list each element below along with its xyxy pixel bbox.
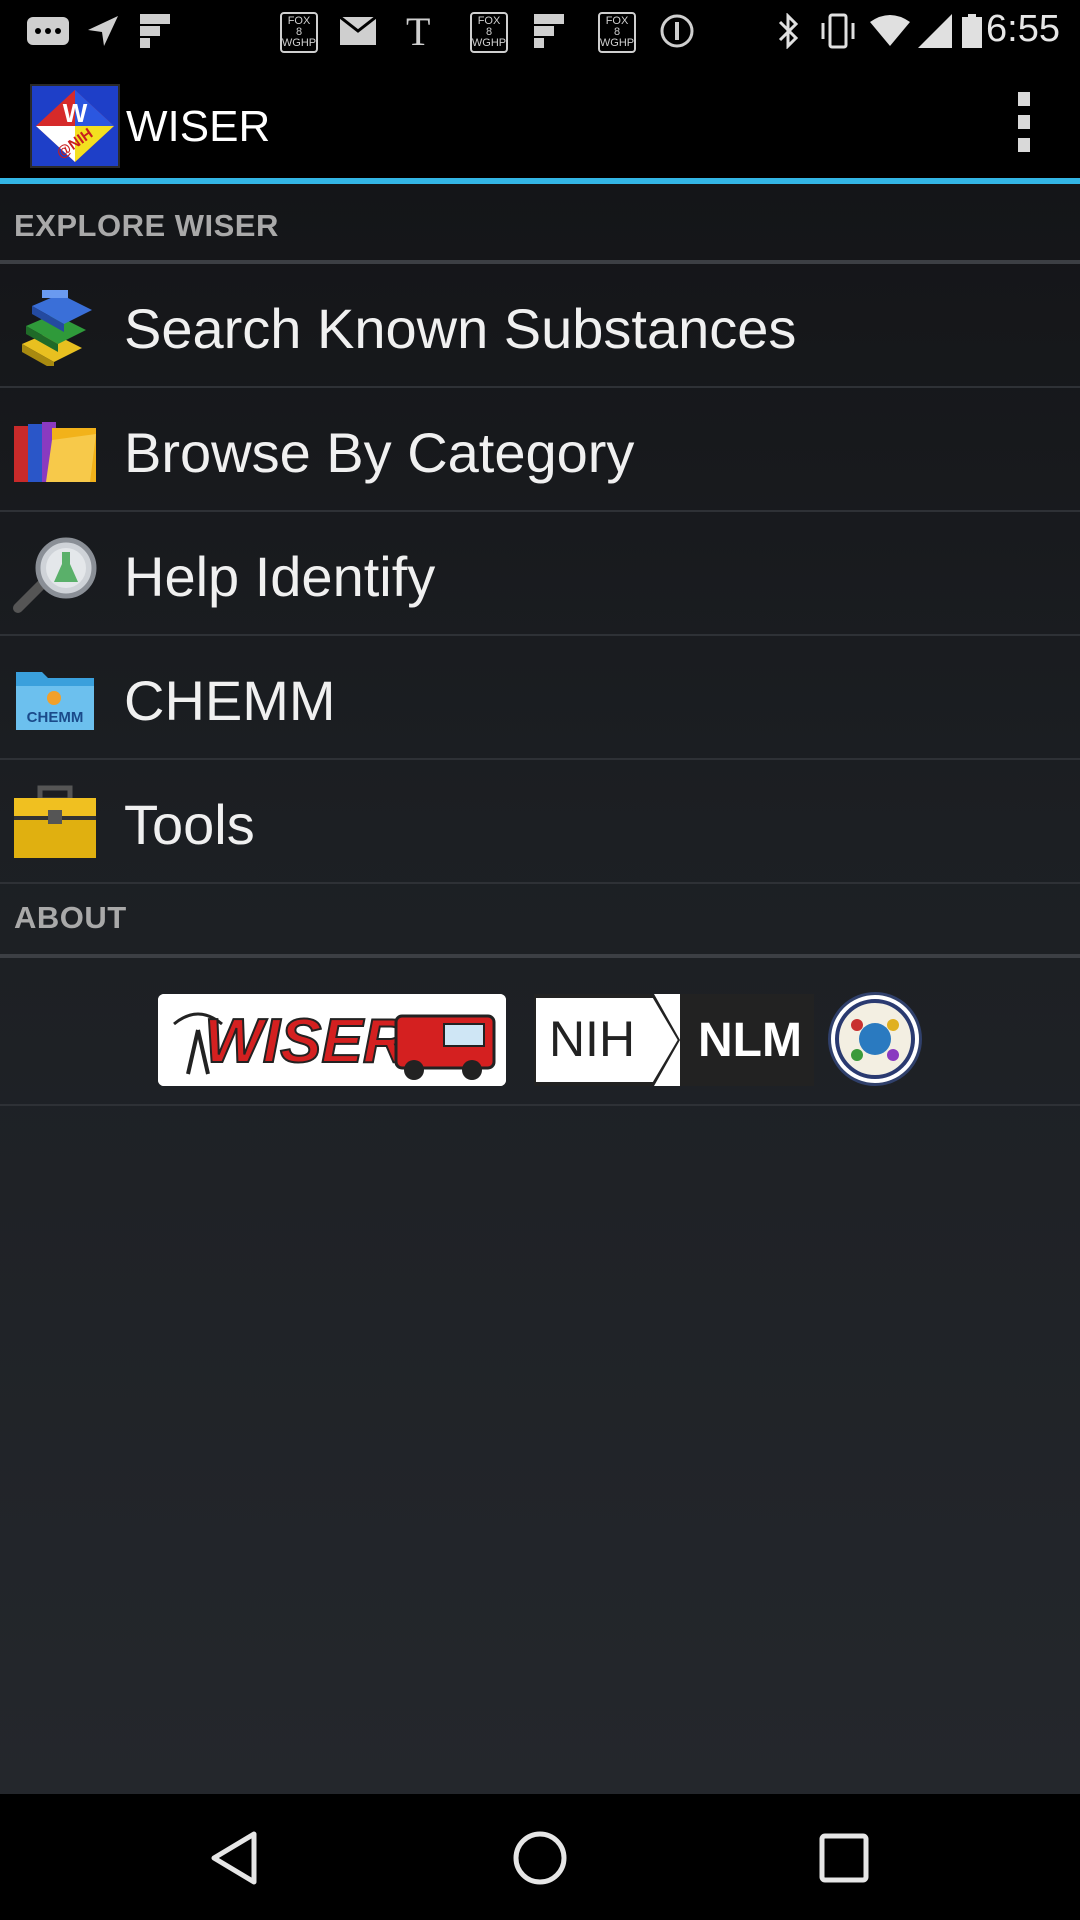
overflow-menu-icon[interactable]	[1012, 92, 1036, 152]
section-title: ABOUT	[14, 900, 127, 935]
menu-item-search-known-substances[interactable]: Search Known Substances	[0, 264, 1080, 388]
menu-item-label: Help Identify	[124, 545, 436, 608]
app-title: WISER	[126, 102, 271, 151]
fox8-icon: FOX 8 WGHP	[598, 12, 636, 53]
action-bar: W @NIH WISER	[0, 62, 1080, 184]
menu-item-label: Browse By Category	[124, 421, 635, 484]
section-header-about: ABOUT	[0, 884, 1080, 964]
wiser-app-logo[interactable]: W @NIH	[30, 84, 120, 168]
recents-icon[interactable]	[804, 1818, 884, 1898]
nih-nlm-logo[interactable]: NIH NLM	[532, 994, 814, 1086]
signal-icon	[918, 14, 952, 48]
flipboard-icon	[534, 14, 564, 48]
fox8-icon: FOX 8 WGHP	[280, 12, 318, 53]
section-divider	[0, 954, 1080, 958]
toolbox-icon	[12, 782, 98, 862]
hhs-seal-icon[interactable]	[828, 992, 922, 1086]
messages-icon	[26, 14, 70, 48]
menu-item-label: Tools	[124, 793, 255, 856]
books-icon	[12, 286, 98, 370]
svg-text:WISER: WISER	[204, 1007, 407, 1076]
svg-text:W: W	[63, 98, 88, 128]
magnifier-icon	[12, 534, 98, 614]
svg-text:NIH: NIH	[549, 1011, 635, 1067]
status-time: 6:55	[986, 8, 1060, 50]
wiser-banner-logo[interactable]: WISER	[158, 994, 506, 1086]
folders-icon	[12, 410, 98, 490]
main-content: EXPLORE WISER Search Known Substances Br…	[0, 184, 1080, 1794]
bluetooth-icon	[776, 13, 800, 49]
vibrate-icon	[818, 13, 858, 49]
system-nav-bar	[0, 1794, 1080, 1920]
battery-icon	[962, 14, 982, 48]
back-icon[interactable]	[196, 1818, 276, 1898]
status-bar: FOX 8 WGHP T FOX 8 WGHP FOX 8 WGHP 6:55	[0, 0, 1080, 62]
wifi-icon	[870, 14, 910, 48]
nyt-icon: T	[406, 8, 431, 54]
menu-item-chemm[interactable]: CHEMM CHEMM	[0, 636, 1080, 760]
home-icon[interactable]	[500, 1818, 580, 1898]
chemm-folder-icon: CHEMM	[12, 658, 98, 738]
menu-item-tools[interactable]: Tools	[0, 760, 1080, 884]
menu-item-label: Search Known Substances	[124, 297, 797, 360]
section-title: EXPLORE WISER	[14, 208, 279, 243]
menu-item-help-identify[interactable]: Help Identify	[0, 512, 1080, 636]
email-icon	[340, 14, 376, 48]
navigation-icon	[86, 14, 120, 48]
svg-text:NLM: NLM	[698, 1014, 802, 1067]
menu-item-label: CHEMM	[124, 669, 336, 732]
flipboard-icon	[140, 14, 170, 48]
about-banner[interactable]: WISER NIH NLM	[0, 974, 1080, 1106]
fox8-icon: FOX 8 WGHP	[470, 12, 508, 53]
alert-icon	[660, 14, 694, 48]
svg-text:CHEMM: CHEMM	[27, 709, 84, 726]
menu-item-browse-by-category[interactable]: Browse By Category	[0, 388, 1080, 512]
section-header-explore: EXPLORE WISER	[0, 184, 1080, 264]
